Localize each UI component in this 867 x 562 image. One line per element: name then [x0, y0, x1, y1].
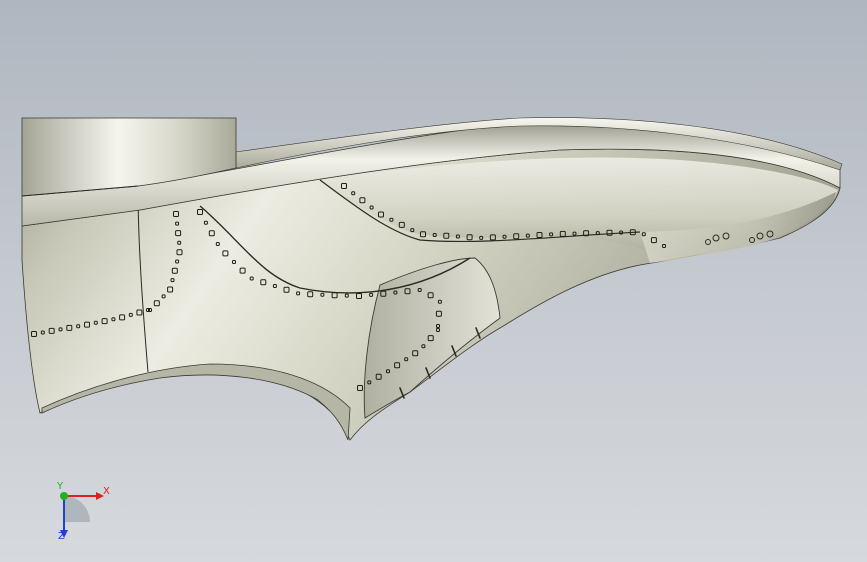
axis-z-label: Z — [58, 531, 65, 542]
axis-x-label: X — [103, 486, 110, 497]
axis-y-label: Y — [57, 481, 64, 492]
graphics-viewport[interactable]: X Y Z — [0, 0, 867, 562]
axis-triad[interactable]: X Y Z — [46, 478, 116, 548]
shoe-3d-model[interactable] — [0, 0, 867, 562]
